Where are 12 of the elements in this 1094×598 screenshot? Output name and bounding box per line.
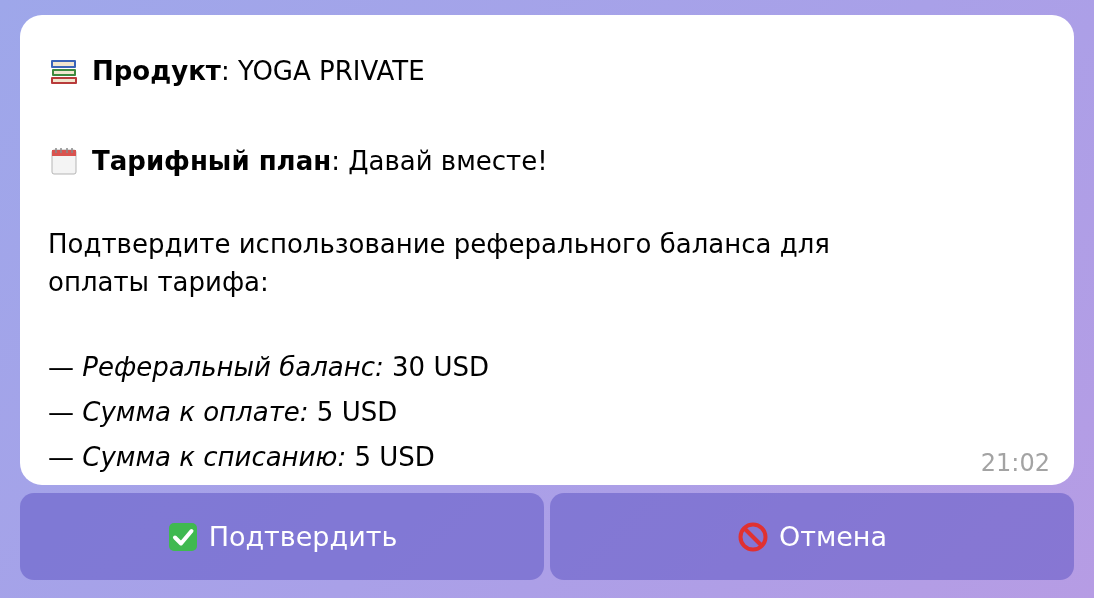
message-time: 21:02 <box>980 449 1050 477</box>
message-text: Подтвердите использование реферального баланса для оплаты тарифа: <box>48 228 831 299</box>
message-text: Тарифный план: Давай вместе! <box>92 146 548 176</box>
inline-button[interactable]: Подтвердить <box>20 493 544 580</box>
detail-line: — Сумма к списанию: 5 USD <box>48 441 435 474</box>
message-text: Продукт: YOGA PRIVATE <box>92 56 425 86</box>
detail-line: — Реферальный баланс: 30 USD <box>48 351 489 384</box>
inline-button[interactable]: Отмена <box>550 493 1074 580</box>
prohibited-icon <box>736 520 769 553</box>
check-icon <box>166 520 199 553</box>
calendar-icon <box>48 145 80 177</box>
detail-line: — Сумма к оплате: 5 USD <box>48 396 398 429</box>
